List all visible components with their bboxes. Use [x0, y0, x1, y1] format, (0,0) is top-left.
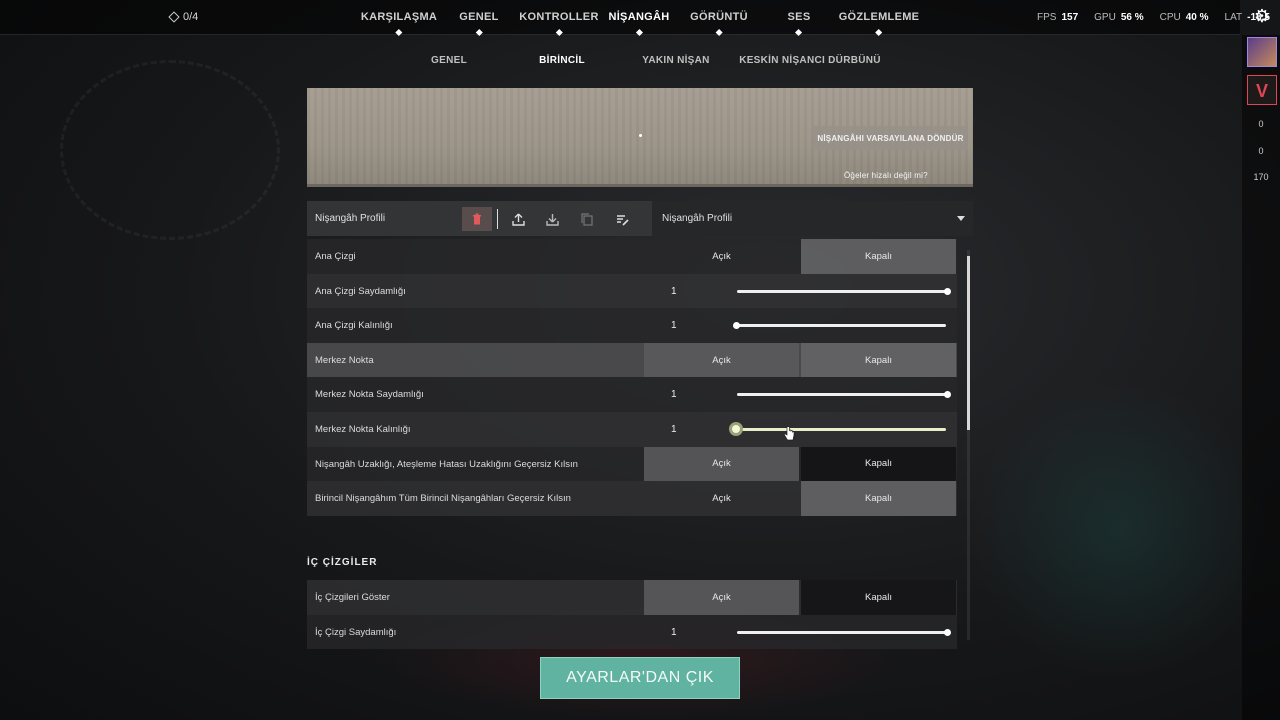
setting-label: Ana Çizgi Kalınlığı [315, 320, 393, 332]
setting-value: 1 [671, 389, 677, 401]
setting-value: 1 [671, 626, 677, 638]
tab-spectate[interactable]: GÖZLEMLEME [839, 11, 920, 37]
player-avatar[interactable] [1247, 37, 1277, 67]
on-option[interactable]: Açık [644, 481, 799, 516]
rename-profile-button[interactable] [607, 207, 637, 231]
opacity-slider[interactable] [737, 391, 951, 399]
copy-icon [581, 212, 593, 226]
tab-crosshair[interactable]: NİŞANGÂH [608, 11, 669, 37]
scrollbar-thumb[interactable] [967, 256, 970, 430]
setting-row: Ana Çizgi Kalınlığı 1 [307, 308, 957, 343]
rail-count-1: 0 [1258, 119, 1264, 129]
performance-stats: FPS 157 GPU 56 % CPU 40 % LAT -18.5 [1037, 12, 1280, 23]
profile-dropdown-value: Nişangâh Profili [662, 213, 733, 224]
download-icon [545, 213, 559, 226]
off-option[interactable]: Kapalı [801, 342, 956, 378]
setting-label: Nişangâh Uzaklığı, Ateşleme Hatası Uzakl… [315, 458, 578, 470]
trash-icon [473, 213, 481, 225]
on-option[interactable]: Açık [644, 446, 799, 482]
social-rail [1242, 35, 1280, 720]
on-option[interactable]: Açık [644, 342, 799, 378]
edit-list-icon [616, 214, 629, 226]
setting-label: İç Çizgi Saydamlığı [315, 626, 397, 638]
slider-knob[interactable] [729, 421, 743, 436]
inner-lines-settings-list: İç Çizgileri Göster Açık Kapalı İç Çizgi… [307, 580, 957, 650]
mouse-pointer-icon [784, 426, 795, 441]
rail-count-3: 170 [1253, 172, 1269, 182]
profile-label: Nişangâh Profili [315, 213, 386, 224]
export-profile-button[interactable] [503, 207, 533, 231]
thickness-slider[interactable] [729, 421, 946, 436]
toolbar-divider [497, 209, 498, 229]
crosshair-settings-list: Ana Çizgi Açık Kapalı Ana Çizgi Saydamlı… [307, 239, 957, 516]
off-option[interactable]: Kapalı [801, 446, 956, 482]
thickness-slider[interactable] [733, 322, 946, 330]
game-logo-icon[interactable]: V [1247, 75, 1277, 105]
fps-stat: FPS 157 [1037, 12, 1079, 23]
setting-row: Merkez Nokta Saydamlığı 1 [307, 377, 957, 412]
on-option[interactable]: Açık [644, 580, 799, 615]
profile-dropdown[interactable]: Nişangâh Profili [652, 201, 973, 236]
setting-label: Birincil Nişangâhım Tüm Birincil Nişangâ… [315, 493, 571, 505]
exit-settings-button[interactable]: AYARLAR'DAN ÇIK [540, 657, 740, 699]
setting-row: Nişangâh Uzaklığı, Ateşleme Hatası Uzakl… [307, 446, 957, 482]
crosshair-dot [639, 134, 642, 137]
rail-count-2: 0 [1258, 146, 1264, 156]
section-title-inner-lines: İÇ ÇİZGİLER [307, 557, 378, 568]
subtab-ads[interactable]: YAKIN NİŞAN [642, 55, 709, 66]
setting-row: Ana Çizgi Saydamlığı 1 [307, 273, 957, 309]
tab-controls[interactable]: KONTROLLER [519, 11, 598, 37]
slider-knob[interactable] [733, 322, 740, 330]
setting-value: 1 [671, 320, 677, 332]
tab-match[interactable]: KARŞILAŞMA [361, 11, 437, 37]
gpu-stat: GPU 56 % [1094, 12, 1144, 23]
tab-audio[interactable]: SES [788, 11, 811, 37]
cpu-stat: CPU 40 % [1159, 12, 1209, 23]
setting-label: Ana Çizgi [315, 251, 356, 262]
delete-profile-button[interactable] [462, 207, 492, 231]
off-option[interactable]: Kapalı [801, 580, 956, 615]
subtab-general[interactable]: GENEL [431, 55, 467, 66]
profile-bar: Nişangâh Profili Nişangâh Profili [307, 201, 973, 236]
tab-general[interactable]: GENEL [459, 11, 498, 37]
off-option[interactable]: Kapalı [801, 239, 956, 274]
opacity-slider[interactable] [737, 628, 951, 636]
off-option[interactable]: Kapalı [801, 481, 956, 516]
on-option[interactable]: Açık [644, 239, 799, 274]
slider-knob[interactable] [944, 628, 951, 636]
import-profile-button[interactable] [537, 207, 567, 231]
gear-icon[interactable]: ⚙ [1252, 6, 1272, 26]
tab-video[interactable]: GÖRÜNTÜ [690, 11, 748, 37]
setting-label: Merkez Nokta [315, 354, 374, 366]
chevron-down-icon [957, 216, 965, 221]
opacity-slider[interactable] [737, 287, 951, 295]
setting-row: Birincil Nişangâhım Tüm Birincil Nişangâ… [307, 481, 957, 516]
setting-value: 1 [671, 423, 677, 435]
setting-row: İç Çizgileri Göster Açık Kapalı [307, 580, 957, 615]
setting-label: Ana Çizgi Saydamlığı [315, 285, 406, 297]
setting-row: Merkez Nokta Açık Kapalı [307, 342, 957, 378]
crosshair-preview: NİŞANGÂHI VARSAYILANA DÖNDÜR Öğeler hiza… [307, 88, 973, 187]
setting-label: Merkez Nokta Saydamlığı [315, 389, 424, 401]
misaligned-link[interactable]: Öğeler hizalı değil mi? [844, 171, 928, 180]
setting-row: İç Çizgi Saydamlığı 1 [307, 614, 957, 650]
setting-value: 1 [671, 285, 677, 297]
reset-crosshair-button[interactable]: NİŞANGÂHI VARSAYILANA DÖNDÜR [813, 126, 968, 150]
subtab-sniper-scope[interactable]: KESKİN NİŞANCI DÜRBÜNÜ [739, 55, 881, 66]
setting-label: Merkez Nokta Kalınlığı [315, 423, 411, 435]
subtab-primary[interactable]: BİRİNCİL [539, 55, 585, 66]
slider-knob[interactable] [944, 391, 951, 399]
copy-profile-button[interactable] [572, 207, 602, 231]
slider-knob[interactable] [944, 287, 951, 295]
upload-icon [511, 213, 525, 226]
setting-row: Ana Çizgi Açık Kapalı [307, 239, 957, 274]
setting-label: İç Çizgileri Göster [315, 592, 390, 603]
setting-row: Merkez Nokta Kalınlığı 1 [307, 411, 957, 447]
